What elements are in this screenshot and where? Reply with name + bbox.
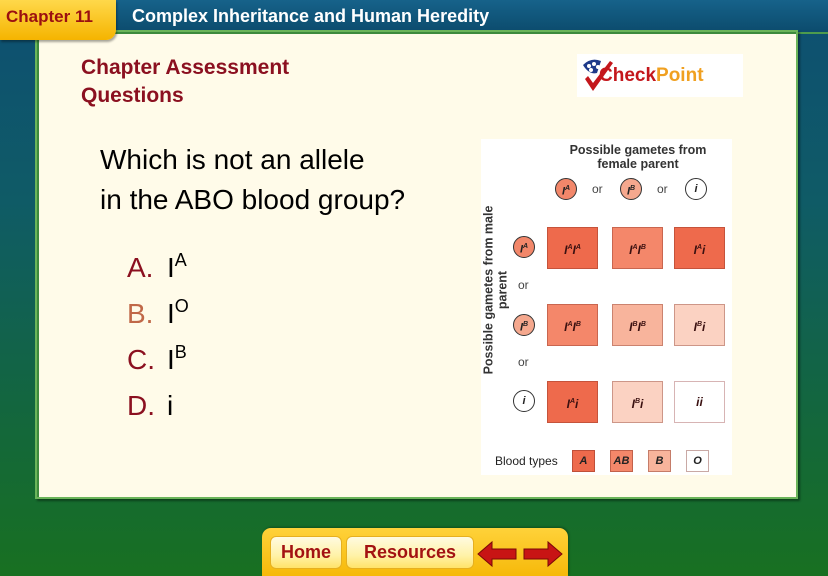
answer-option-d[interactable]: D. i [127, 387, 189, 433]
or-label: or [518, 355, 529, 369]
blood-types-label: Blood types [495, 454, 558, 468]
answer-list: A. IA B. IO C. IB D. i [115, 249, 189, 433]
answer-sup: A [174, 250, 187, 270]
section-heading-line1: Chapter Assessment [81, 56, 290, 79]
answer-text[interactable]: IA [167, 250, 187, 283]
navigation-bar: Home Resources [262, 528, 568, 576]
question-line1: Which is not an allele [100, 144, 365, 175]
or-label: or [592, 182, 603, 196]
female-gamete-i: i [685, 178, 707, 200]
male-gamete-i: i [513, 390, 535, 412]
answer-option-b[interactable]: B. IO [115, 291, 189, 341]
answer-base: I [167, 344, 175, 375]
section-heading: Chapter Assessment Questions [81, 54, 289, 110]
blood-type-o: O [686, 450, 709, 472]
answer-text[interactable]: i [167, 390, 173, 421]
punnett-cell: IAi [674, 227, 725, 269]
punnett-cell: IAi [547, 381, 598, 423]
blood-type-ab: AB [610, 450, 633, 472]
male-gamete-ia: IA [513, 236, 535, 258]
answer-sup: O [174, 296, 189, 316]
checkpoint-text: CheckPoint [599, 65, 704, 87]
male-gametes-label: Possible gametes from male parent [481, 205, 510, 375]
female-label-line2: female parent [597, 157, 679, 171]
punnett-cell: IAIB [612, 227, 663, 269]
answer-letter[interactable]: D. [127, 387, 167, 425]
female-gamete-ia: IA [555, 178, 577, 200]
checkpoint-logo: CheckPoint [577, 54, 743, 97]
female-gamete-ib: IB [620, 178, 642, 200]
female-gametes-label: Possible gametes from female parent [543, 143, 733, 171]
answer-text[interactable]: IO [167, 296, 189, 329]
home-button[interactable]: Home [270, 536, 342, 569]
answer-letter[interactable]: A. [127, 249, 167, 287]
page-title: Complex Inheritance and Human Heredity [132, 6, 490, 26]
answer-option-c[interactable]: C. IB [127, 341, 189, 387]
answer-option-a[interactable]: A. IA [127, 249, 189, 295]
male-gamete-ib: IB [513, 314, 535, 336]
answer-letter[interactable]: C. [127, 341, 167, 379]
punnett-cell: IBi [612, 381, 663, 423]
answer-sup: B [174, 342, 187, 362]
forward-arrow-icon[interactable] [522, 540, 564, 568]
punnett-cell: IAIA [547, 227, 598, 269]
punnett-cell: IBIB [612, 304, 663, 346]
punnett-square-figure: Possible gametes from female parent Poss… [481, 139, 732, 475]
answer-base: i [167, 390, 174, 421]
or-label: or [518, 278, 529, 292]
answer-letter[interactable]: B. [127, 295, 167, 333]
back-arrow-icon[interactable] [476, 540, 518, 568]
chapter-label: Chapter 11 [6, 7, 93, 26]
checkpoint-word-point: Point [656, 65, 704, 86]
checkpoint-word-check: Check [599, 65, 657, 86]
punnett-cell: IAIB [547, 304, 598, 346]
question-text: Which is not an allele in the ABO blood … [100, 140, 405, 220]
question-line2: in the ABO blood group? [100, 184, 406, 215]
answer-base: I [167, 252, 175, 283]
answer-text[interactable]: IB [167, 342, 187, 375]
resources-button[interactable]: Resources [346, 536, 474, 569]
punnett-cell: ii [674, 381, 725, 423]
answer-base: I [167, 298, 175, 329]
blood-type-b: B [648, 450, 671, 472]
chapter-tab: Chapter 11 [0, 0, 116, 40]
section-heading-line2: Questions [81, 84, 184, 107]
or-label: or [657, 182, 668, 196]
blood-type-a: A [572, 450, 595, 472]
female-label-line1: Possible gametes from [569, 143, 707, 157]
punnett-cell: IBi [674, 304, 725, 346]
